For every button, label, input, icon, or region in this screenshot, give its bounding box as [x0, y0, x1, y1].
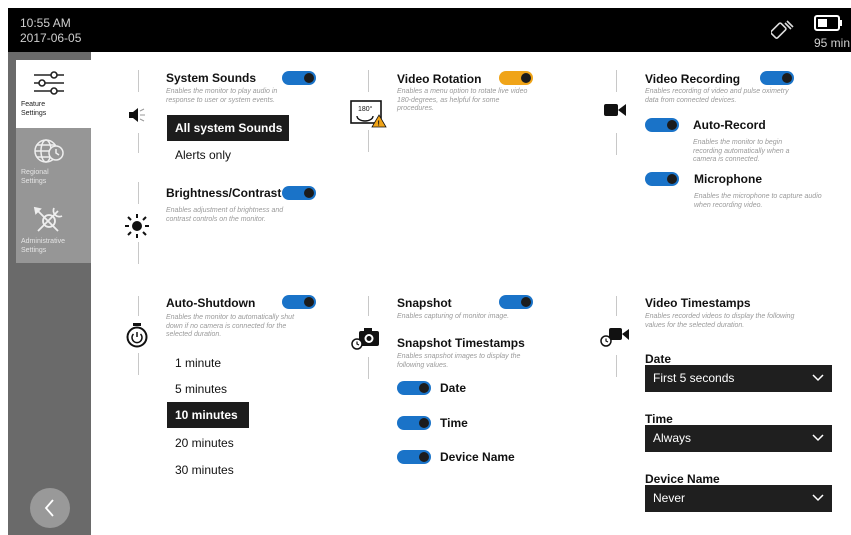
auto-shutdown-option-30[interactable]: 30 minutes: [167, 463, 234, 477]
sliders-icon: [34, 71, 64, 95]
speaker-icon: [129, 108, 145, 122]
divider: [138, 242, 139, 264]
auto-shutdown-option-5[interactable]: 5 minutes: [167, 382, 227, 396]
brightness-description: Enables adjustment of brightness and con…: [166, 207, 284, 223]
video-timestamps-description: Enables recorded videos to display the f…: [645, 313, 795, 329]
video-camera-icon: [604, 104, 626, 116]
sidebar-item-administrative-settings[interactable]: Administrative Settings: [16, 197, 91, 263]
camera-timer-icon: [351, 328, 379, 350]
vt-time-select[interactable]: Always: [645, 425, 832, 452]
system-sounds-option-alerts[interactable]: Alerts only: [167, 148, 231, 162]
status-date: 2017-06-05: [20, 31, 82, 45]
auto-shutdown-option-10[interactable]: 10 minutes: [167, 402, 249, 428]
video-camera-timer-icon: [600, 328, 629, 347]
globe-clock-icon: [34, 139, 64, 163]
device-screen: 10:55 AM 2017-06-05 95 min Feature Setti…: [8, 8, 851, 535]
snapshot-toggle[interactable]: [499, 295, 533, 309]
svg-text:180°: 180°: [358, 105, 373, 113]
video-recording-title: Video Recording: [645, 72, 741, 86]
snapshot-date-label: Date: [440, 381, 467, 395]
divider: [138, 133, 139, 153]
snapshot-date-toggle[interactable]: [397, 381, 431, 395]
system-sounds-toggle[interactable]: [282, 71, 316, 85]
vt-device-name-label: Device Name: [645, 472, 720, 486]
wrench-screwdriver-icon: [33, 206, 63, 232]
divider: [616, 70, 617, 92]
vt-date-value: First 5 seconds: [653, 371, 735, 385]
sun-icon: [125, 214, 149, 238]
vt-time-label: Time: [645, 412, 673, 426]
auto-record-toggle[interactable]: [645, 118, 679, 132]
divider: [616, 296, 617, 316]
system-sounds-title: System Sounds: [166, 71, 257, 85]
microphone-description: Enables the microphone to capture audio …: [694, 193, 822, 209]
brightness-toggle[interactable]: [282, 186, 316, 200]
divider: [368, 357, 369, 379]
battery-icon: [814, 15, 842, 31]
snapshot-time-toggle[interactable]: [397, 416, 431, 430]
divider: [138, 70, 139, 92]
usb-drive-icon: [771, 20, 794, 39]
snapshot-timestamps-description: Enables snapshot images to display the f…: [397, 353, 521, 369]
divider: [368, 130, 369, 152]
sidebar-item-regional-settings[interactable]: Regional Settings: [16, 128, 91, 197]
divider: [138, 296, 139, 316]
chevron-down-icon: [812, 374, 824, 382]
divider: [616, 133, 617, 155]
chevron-down-icon: [812, 494, 824, 502]
video-timestamps-title: Video Timestamps: [645, 296, 751, 310]
status-bar: 10:55 AM 2017-06-05 95 min: [8, 8, 851, 52]
auto-shutdown-option-1[interactable]: 1 minute: [167, 356, 221, 370]
vt-device-name-select[interactable]: Never: [645, 485, 832, 512]
back-button[interactable]: [30, 488, 70, 528]
auto-shutdown-option-20[interactable]: 20 minutes: [167, 436, 234, 450]
divider: [368, 296, 369, 316]
snapshot-time-label: Time: [440, 416, 468, 430]
battery-time: 95 min: [814, 36, 851, 50]
sidebar: Feature Settings Regional Settings Admin…: [8, 52, 91, 535]
video-recording-description: Enables recording of video and pulse oxi…: [645, 88, 789, 104]
auto-shutdown-title: Auto-Shutdown: [166, 296, 256, 310]
vt-date-label: Date: [645, 352, 672, 366]
vt-time-value: Always: [653, 431, 692, 445]
video-rotation-description: Enables a menu option to rotate live vid…: [397, 88, 528, 112]
snapshot-title: Snapshot: [397, 296, 452, 310]
snapshot-timestamps-title: Snapshot Timestamps: [397, 336, 525, 350]
sidebar-item-feature-settings[interactable]: Feature Settings: [16, 60, 91, 128]
divider: [138, 182, 139, 204]
video-rotation-title: Video Rotation: [397, 72, 482, 86]
auto-record-description: Enables the monitor to begin recording a…: [693, 139, 790, 163]
auto-shutdown-description: Enables the monitor to automatically shu…: [166, 314, 295, 338]
timer-power-icon: [126, 323, 148, 348]
video-recording-toggle[interactable]: [760, 71, 794, 85]
vt-date-select[interactable]: First 5 seconds: [645, 365, 832, 392]
snapshot-description: Enables capturing of monitor image.: [397, 313, 510, 320]
snapshot-device-name-toggle[interactable]: [397, 450, 431, 464]
divider: [138, 353, 139, 375]
divider: [368, 70, 369, 92]
divider: [616, 355, 617, 377]
sidebar-item-label: Regional Settings: [21, 169, 49, 185]
video-rotation-toggle[interactable]: [499, 71, 533, 85]
auto-shutdown-toggle[interactable]: [282, 295, 316, 309]
microphone-title: Microphone: [694, 172, 762, 186]
sidebar-item-label: Feature Settings: [21, 101, 47, 117]
status-time: 10:55 AM: [20, 16, 71, 30]
microphone-toggle[interactable]: [645, 172, 679, 186]
chevron-down-icon: [812, 434, 824, 442]
sidebar-item-label: Administrative Settings: [21, 238, 65, 254]
snapshot-device-name-label: Device Name: [440, 450, 515, 464]
brightness-title: Brightness/Contrast: [166, 186, 282, 200]
vt-device-name-value: Never: [653, 491, 686, 505]
system-sounds-description: Enables the monitor to play audio in res…: [166, 88, 278, 104]
chevron-left-icon: [44, 499, 54, 517]
system-sounds-option-all[interactable]: All system Sounds: [167, 115, 289, 141]
rotate-180-warning-icon: 180° !: [350, 100, 387, 128]
auto-record-title: Auto-Record: [693, 118, 766, 132]
svg-text:!: !: [378, 121, 380, 128]
